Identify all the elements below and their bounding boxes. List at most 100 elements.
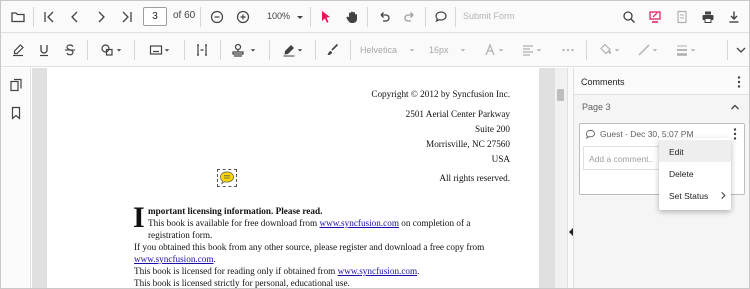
chevron-down-icon[interactable]	[294, 39, 306, 61]
drop-cap: I	[133, 201, 145, 234]
undo-icon[interactable]	[373, 6, 395, 28]
page-group-header[interactable]: Page 3	[574, 95, 749, 119]
menu-item-delete[interactable]: Delete	[659, 162, 731, 184]
chevron-down-icon[interactable]	[495, 39, 507, 61]
paragraph-line: This book is licensed strictly for perso…	[134, 278, 350, 288]
ink-icon[interactable]	[322, 39, 344, 61]
text-run: on completion of a	[398, 218, 471, 228]
page-count-label: of 60	[173, 10, 196, 21]
toolbar-separator	[200, 7, 201, 27]
paragraph-line: If you obtained this book from any other…	[134, 242, 485, 252]
navigation-pane	[1, 68, 31, 288]
paragraph-line: This book is available for free download…	[148, 218, 470, 228]
syncfusion-link[interactable]: www.syncfusion.com	[338, 266, 418, 276]
pdf-page[interactable]: Copyright © 2012 by Syncfusion Inc. 2501…	[47, 68, 539, 288]
selection-tool-icon[interactable]	[315, 6, 337, 28]
comment-icon	[585, 129, 596, 140]
comments-panel-title: Comments	[581, 77, 625, 87]
paragraph-line: registration form.	[148, 230, 213, 240]
toolbar-separator	[184, 40, 185, 60]
sticky-note-annotation[interactable]	[217, 169, 237, 187]
copyright-line: Copyright © 2012 by Syncfusion Inc.	[371, 89, 510, 99]
address-line: USA	[491, 154, 510, 164]
chevron-down-icon[interactable]	[687, 39, 699, 61]
reply-placeholder: Add a comment..	[589, 154, 654, 164]
text-run: .	[417, 266, 420, 276]
last-page-icon[interactable]	[116, 6, 138, 28]
pdf-viewer: 3 of 60 100% Submit Form Helvetica 16px …	[0, 0, 750, 289]
toolbar-separator	[425, 7, 426, 27]
collapse-toolbar-icon[interactable]	[730, 39, 749, 61]
chevron-down-icon[interactable]	[289, 6, 311, 28]
underline-icon[interactable]	[33, 39, 55, 61]
vertical-scrollbar[interactable]	[555, 68, 567, 288]
highlight-icon[interactable]	[7, 39, 29, 61]
chevron-down-icon[interactable]	[406, 39, 418, 61]
form-designer-icon[interactable]	[671, 6, 693, 28]
chevron-down-icon[interactable]	[113, 39, 125, 61]
more-vertical-icon[interactable]	[728, 71, 749, 93]
previous-page-icon[interactable]	[64, 6, 86, 28]
address-line: Morrisville, NC 27560	[426, 139, 510, 149]
document-viewer[interactable]: Copyright © 2012 by Syncfusion Inc. 2501…	[32, 68, 567, 288]
toolbar-separator	[269, 40, 270, 60]
notice-heading: mportant licensing information. Please r…	[148, 206, 323, 216]
text-run: This book is available for free download…	[148, 218, 320, 228]
annotation-edit-icon[interactable]	[644, 6, 666, 28]
rights-line: All rights reserved.	[439, 173, 510, 183]
stamp-icon[interactable]	[227, 39, 249, 61]
pan-tool-icon[interactable]	[341, 6, 363, 28]
print-icon[interactable]	[697, 6, 719, 28]
free-text-icon[interactable]	[191, 39, 213, 61]
comment-icon[interactable]	[430, 6, 452, 28]
syncfusion-link[interactable]: www.syncfusion.com	[319, 218, 399, 228]
font-size-dropdown[interactable]: 16px	[429, 45, 449, 55]
first-page-icon[interactable]	[38, 6, 60, 28]
zoom-dropdown[interactable]: 100%	[267, 11, 290, 21]
font-family-dropdown[interactable]: Helvetica	[360, 45, 397, 55]
comments-panel-header: Comments	[574, 68, 749, 95]
chevron-up-icon[interactable]	[724, 96, 746, 118]
menu-item-label: Edit	[669, 147, 684, 157]
chevron-right-icon	[721, 191, 726, 200]
bookmark-icon[interactable]	[5, 102, 27, 124]
redo-icon[interactable]	[399, 6, 421, 28]
menu-item-edit[interactable]: Edit	[659, 140, 731, 162]
comment-context-menu: Edit Delete Set Status	[659, 138, 731, 210]
download-icon[interactable]	[723, 6, 745, 28]
toolbar-separator	[586, 40, 587, 60]
search-icon[interactable]	[618, 6, 640, 28]
scrollbar-thumb[interactable]	[557, 89, 564, 101]
text-run: This book is licensed for reading only i…	[134, 266, 338, 276]
zoom-out-icon[interactable]	[206, 6, 228, 28]
toolbar-separator	[315, 40, 316, 60]
toolbar-separator	[220, 40, 221, 60]
page-number-input[interactable]: 3	[143, 7, 167, 26]
more-options-icon[interactable]	[557, 39, 579, 61]
page-thumbnails-icon[interactable]	[5, 74, 27, 96]
toolbar-separator	[87, 40, 88, 60]
syncfusion-link[interactable]: www.syncfusion.com	[134, 254, 214, 264]
toolbar-separator	[33, 7, 34, 27]
chevron-down-icon[interactable]	[533, 39, 545, 61]
next-page-icon[interactable]	[90, 6, 112, 28]
zoom-in-icon[interactable]	[232, 6, 254, 28]
reply-input[interactable]: Add a comment..	[583, 146, 659, 170]
chevron-down-icon[interactable]	[457, 39, 469, 61]
chevron-down-icon[interactable]	[649, 39, 661, 61]
paragraph-line: This book is licensed for reading only i…	[134, 266, 419, 276]
menu-item-set-status[interactable]: Set Status	[659, 184, 731, 206]
paragraph-line: www.syncfusion.com.	[134, 254, 216, 264]
page-group-label: Page 3	[582, 102, 611, 112]
toolbar-separator	[310, 7, 311, 27]
chevron-down-icon[interactable]	[161, 39, 173, 61]
open-folder-icon[interactable]	[7, 6, 29, 28]
chevron-down-icon[interactable]	[611, 39, 623, 61]
annotation-toolbar: Helvetica 16px	[1, 33, 749, 67]
chevron-down-icon[interactable]	[247, 39, 259, 61]
toolbar-separator	[134, 40, 135, 60]
submit-form-button[interactable]: Submit Form	[463, 11, 515, 21]
toolbar-separator	[727, 40, 728, 60]
strikethrough-icon[interactable]	[59, 39, 81, 61]
toolbar-separator	[455, 7, 456, 27]
